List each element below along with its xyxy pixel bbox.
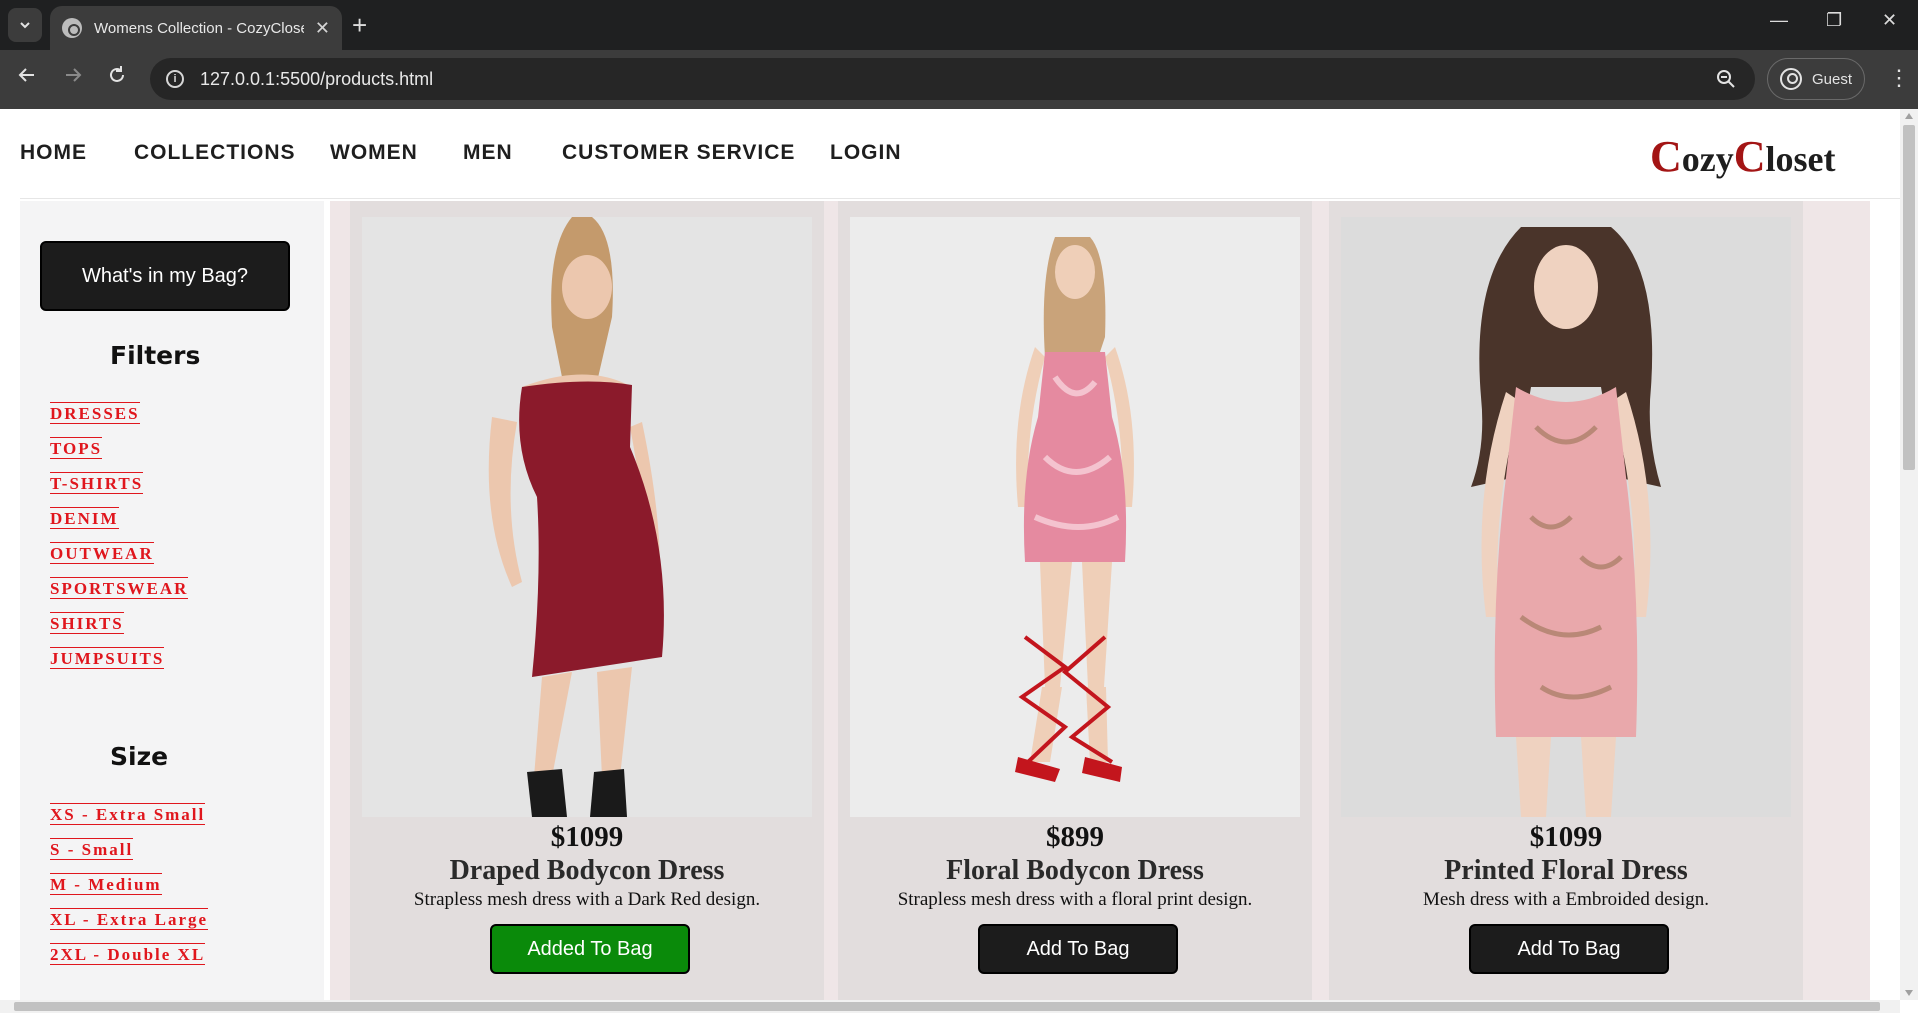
brand-word-2: loset bbox=[1765, 139, 1836, 179]
reload-button[interactable] bbox=[106, 64, 128, 93]
globe-icon bbox=[62, 18, 82, 38]
site-info-icon[interactable]: i bbox=[166, 70, 184, 88]
product-price: $899 bbox=[1046, 821, 1104, 853]
back-button[interactable] bbox=[16, 64, 38, 93]
horizontal-scrollbar[interactable] bbox=[0, 1000, 1900, 1013]
filter-denim[interactable]: DENIM bbox=[50, 507, 119, 529]
filter-outwear[interactable]: OUTWEAR bbox=[50, 542, 154, 564]
nav-men[interactable]: MEN bbox=[463, 141, 513, 165]
profile-icon bbox=[1780, 68, 1802, 90]
close-tab-icon[interactable]: ✕ bbox=[315, 18, 330, 39]
product-image[interactable] bbox=[362, 217, 812, 817]
sidebar: What's in my Bag? Filters DRESSES TOPS T… bbox=[20, 201, 324, 1000]
size-2xl[interactable]: 2XL - Double XL bbox=[50, 943, 206, 965]
filter-jumpsuits[interactable]: JUMPSUITS bbox=[50, 647, 165, 669]
added-to-bag-button[interactable]: Added To Bag bbox=[490, 924, 690, 974]
browser-toolbar: i 127.0.0.1:5500/products.html Guest ⋮ bbox=[0, 50, 1918, 109]
minimize-icon[interactable]: — bbox=[1770, 10, 1788, 31]
product-card: $1099 Printed Floral Dress Mesh dress wi… bbox=[1329, 201, 1803, 1000]
arrow-right-icon bbox=[66, 68, 82, 82]
forward-button[interactable] bbox=[62, 64, 84, 93]
nav-women[interactable]: WOMEN bbox=[330, 141, 418, 165]
menu-icon[interactable]: ⋮ bbox=[1888, 64, 1910, 92]
filters-heading: Filters bbox=[110, 341, 201, 370]
size-m[interactable]: M - Medium bbox=[50, 873, 162, 895]
product-card: $899 Floral Bodycon Dress Strapless mesh… bbox=[838, 201, 1312, 1000]
scroll-down-icon[interactable] bbox=[1905, 990, 1913, 996]
zoom-icon[interactable] bbox=[1715, 68, 1737, 95]
browser-tab-strip: Womens Collection - CozyCloset ✕ + — ❐ ✕ bbox=[0, 0, 1918, 50]
tab-title: Womens Collection - CozyCloset bbox=[94, 19, 304, 37]
brand-cap-2: C bbox=[1733, 132, 1766, 181]
nav-login[interactable]: LOGIN bbox=[830, 141, 902, 165]
product-grid: $1099 Draped Bodycon Dress Strapless mes… bbox=[330, 201, 1870, 1000]
size-heading: Size bbox=[110, 742, 169, 771]
add-to-bag-button[interactable]: Add To Bag bbox=[1469, 924, 1669, 974]
product-image[interactable] bbox=[850, 217, 1300, 817]
filter-t-shirts[interactable]: T-SHIRTS bbox=[50, 472, 144, 494]
size-xl[interactable]: XL - Extra Large bbox=[50, 908, 209, 930]
profile-button[interactable]: Guest bbox=[1767, 58, 1865, 100]
brand-cap-1: C bbox=[1650, 132, 1682, 181]
filter-tops[interactable]: TOPS bbox=[50, 437, 103, 459]
filter-shirts[interactable]: SHIRTS bbox=[50, 612, 124, 634]
filter-dresses[interactable]: DRESSES bbox=[50, 402, 140, 424]
address-bar[interactable]: i 127.0.0.1:5500/products.html bbox=[150, 58, 1755, 100]
brand-word-1: ozy bbox=[1681, 139, 1734, 179]
arrow-left-icon bbox=[18, 68, 34, 82]
product-description: Mesh dress with a Embroided design. bbox=[1422, 889, 1709, 910]
restore-icon[interactable]: ❐ bbox=[1826, 10, 1842, 31]
product-description: Strapless mesh dress with a Dark Red des… bbox=[413, 889, 761, 910]
product-name: Draped Bodycon Dress bbox=[449, 855, 725, 886]
url-text: 127.0.0.1:5500/products.html bbox=[200, 68, 434, 89]
product-image[interactable] bbox=[1341, 217, 1791, 817]
nav-collections[interactable]: COLLECTIONS bbox=[134, 141, 296, 165]
close-window-icon[interactable]: ✕ bbox=[1882, 10, 1897, 31]
tab-search-button[interactable] bbox=[8, 8, 42, 42]
product-description: Strapless mesh dress with a floral print… bbox=[897, 889, 1253, 910]
brand-logo[interactable]: CozyCloset bbox=[1650, 131, 1836, 182]
new-tab-button[interactable]: + bbox=[352, 12, 367, 38]
product-name: Printed Floral Dress bbox=[1444, 855, 1688, 886]
horizontal-scrollbar-thumb[interactable] bbox=[14, 1002, 1880, 1011]
nav-customer-service[interactable]: CUSTOMER SERVICE bbox=[562, 141, 795, 165]
size-s[interactable]: S - Small bbox=[50, 838, 134, 860]
size-xs[interactable]: XS - Extra Small bbox=[50, 803, 206, 825]
site-header: HOME COLLECTIONS WOMEN MEN CUSTOMER SERV… bbox=[20, 109, 1900, 199]
product-price: $1099 bbox=[550, 821, 624, 853]
view-bag-button[interactable]: What's in my Bag? bbox=[40, 241, 290, 311]
scroll-up-icon[interactable] bbox=[1905, 113, 1913, 119]
product-card: $1099 Draped Bodycon Dress Strapless mes… bbox=[350, 201, 824, 1000]
reload-icon bbox=[110, 66, 124, 82]
chevron-down-icon bbox=[20, 22, 30, 29]
web-page: HOME COLLECTIONS WOMEN MEN CUSTOMER SERV… bbox=[0, 109, 1900, 1000]
profile-label: Guest bbox=[1812, 70, 1853, 88]
nav-home[interactable]: HOME bbox=[20, 141, 87, 165]
product-price: $1099 bbox=[1529, 821, 1603, 853]
filter-sportswear[interactable]: SPORTSWEAR bbox=[50, 577, 189, 599]
product-name: Floral Bodycon Dress bbox=[946, 855, 1204, 886]
scrollbar-thumb[interactable] bbox=[1903, 125, 1915, 470]
add-to-bag-button[interactable]: Add To Bag bbox=[978, 924, 1178, 974]
browser-tab[interactable]: Womens Collection - CozyCloset ✕ bbox=[50, 6, 342, 50]
vertical-scrollbar[interactable] bbox=[1900, 109, 1918, 1000]
